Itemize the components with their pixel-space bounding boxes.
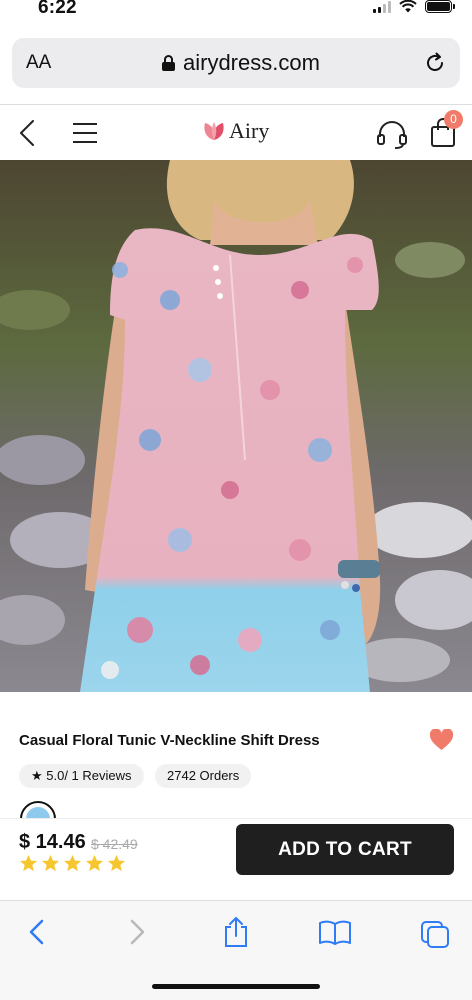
address-bar[interactable]: AA airydress.com (12, 38, 460, 88)
back-icon[interactable] (16, 119, 38, 147)
original-price: $ 42.49 (91, 836, 138, 852)
cellular-signal-icon (373, 0, 391, 13)
status-icons (373, 0, 455, 13)
star-icon (85, 854, 104, 872)
product-title: Casual Floral Tunic V-Neckline Shift Dre… (19, 732, 320, 749)
battery-icon (425, 0, 455, 13)
browser-forward-icon[interactable] (126, 916, 148, 948)
product-image[interactable] (0, 160, 472, 692)
star-icon (41, 854, 60, 872)
share-icon[interactable] (222, 916, 250, 948)
star-icon (107, 854, 126, 872)
url-text: airydress.com (183, 50, 320, 75)
lock-icon (162, 55, 175, 71)
app-header: Airy (0, 104, 472, 160)
status-time: 6:22 (38, 0, 77, 18)
star-rating (19, 854, 126, 873)
star-icon (19, 854, 38, 872)
browser-back-icon[interactable] (26, 916, 48, 948)
heart-icon[interactable] (429, 729, 454, 751)
text-size-button[interactable]: AA (26, 52, 51, 74)
brand-name: Airy (229, 118, 270, 143)
url-display[interactable]: airydress.com (162, 50, 320, 76)
support-headset-icon[interactable] (376, 120, 408, 150)
orders-pill: 2742 Orders (155, 764, 252, 788)
brand-logo[interactable]: Airy (202, 118, 269, 144)
cart-count-badge: 0 (444, 110, 463, 129)
wifi-icon (399, 0, 417, 13)
bookmarks-icon[interactable] (318, 916, 352, 948)
brand-logo-icon (204, 122, 224, 140)
home-indicator (152, 984, 320, 989)
add-to-cart-button[interactable]: ADD TO CART (236, 824, 454, 875)
status-bar: 6:22 (0, 0, 472, 24)
reviews-pill[interactable]: ★ 5.0/ 1 Reviews (19, 764, 144, 788)
menu-icon[interactable] (72, 121, 98, 145)
tabs-icon[interactable] (420, 916, 450, 948)
product-photo (0, 160, 472, 692)
star-icon (63, 854, 82, 872)
current-price: $ 14.46 (19, 831, 86, 853)
reload-icon[interactable] (424, 52, 446, 74)
